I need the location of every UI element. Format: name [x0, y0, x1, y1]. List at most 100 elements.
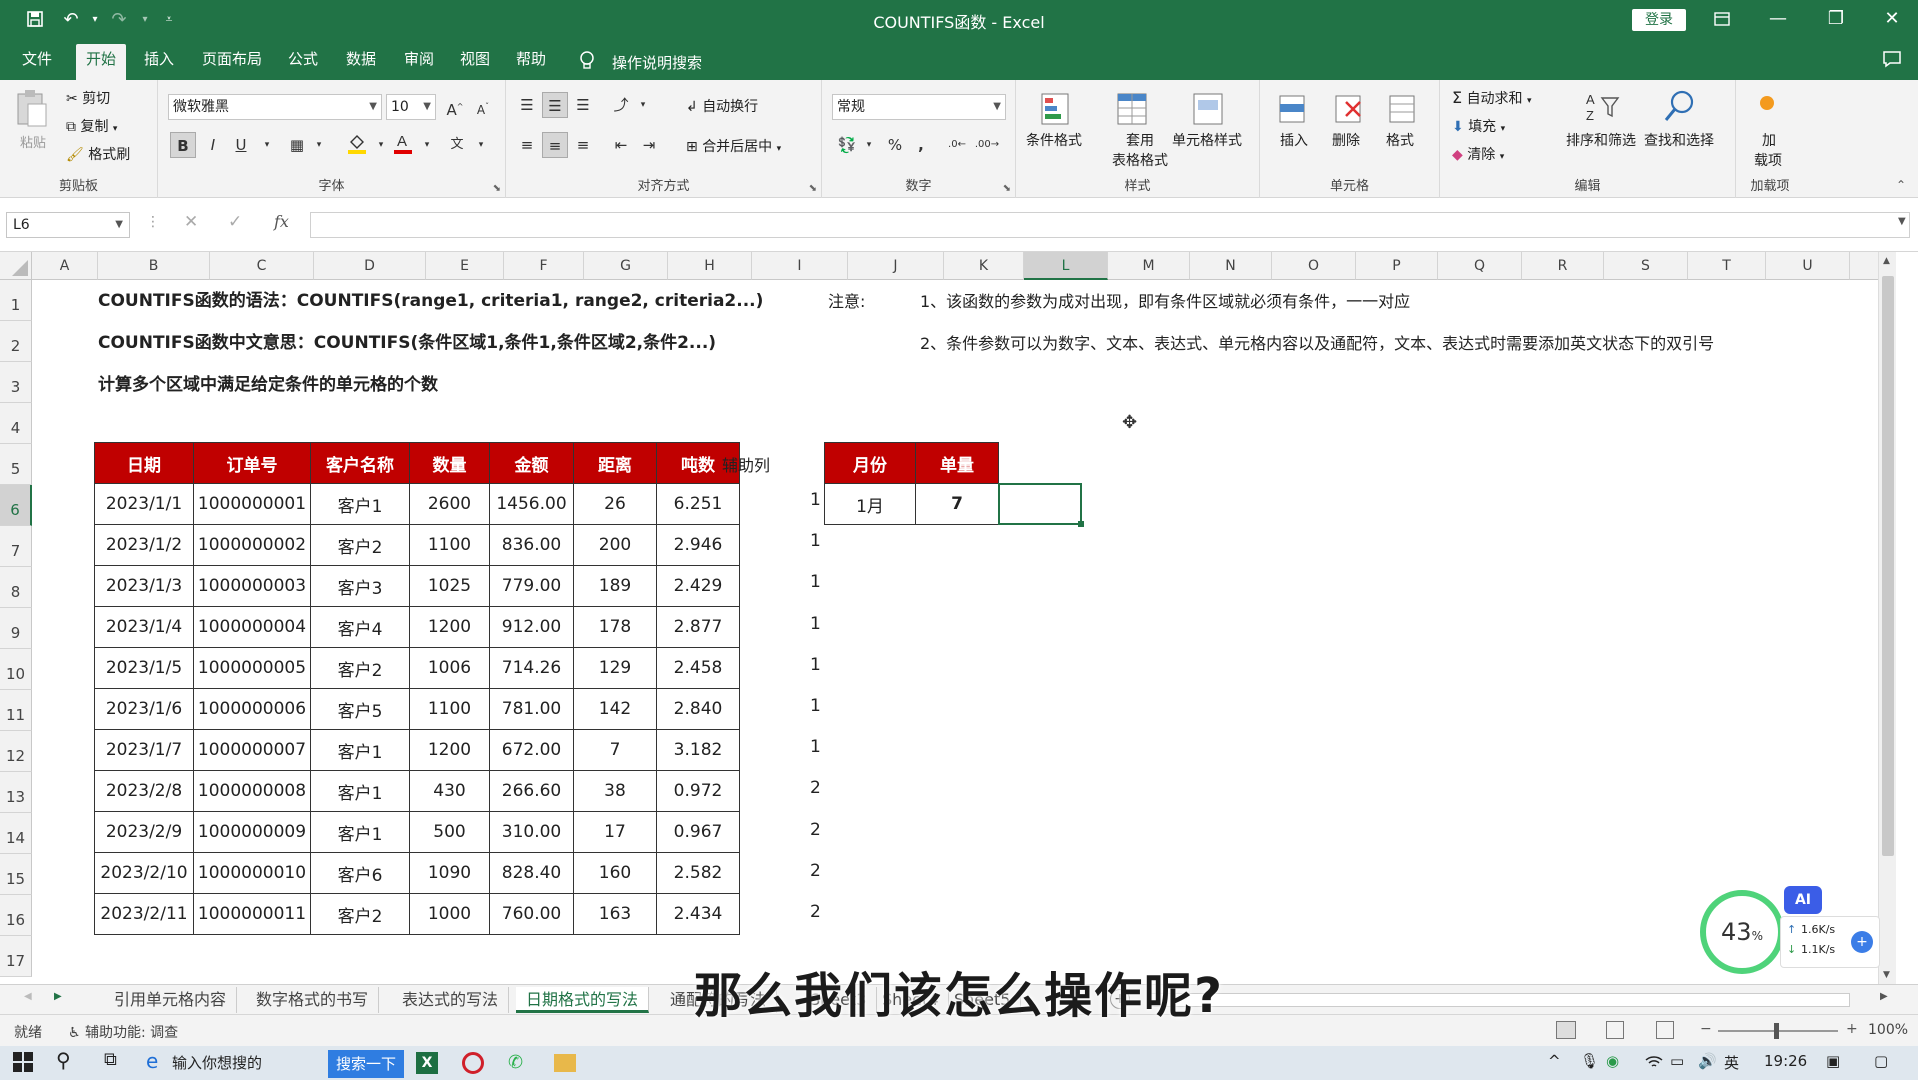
align-top-icon[interactable]: ☰: [514, 92, 540, 118]
table-cell[interactable]: 2.946: [656, 524, 740, 566]
expand-formula-icon[interactable]: ▼: [1898, 216, 1906, 227]
column-header-c[interactable]: C: [210, 252, 314, 280]
table-cell[interactable]: 1456.00: [489, 483, 574, 525]
table-cell[interactable]: 2.582: [656, 852, 740, 894]
align-left-icon[interactable]: ≡: [514, 132, 540, 158]
table-cell[interactable]: 客户2: [310, 647, 410, 689]
table-cell[interactable]: 2.840: [656, 688, 740, 730]
font-color-dropdown-icon[interactable]: ▾: [414, 132, 440, 158]
sheet-tab[interactable]: 通配符的写法: [660, 987, 778, 1013]
table-cell[interactable]: 1000000010: [193, 852, 311, 894]
row-header-15[interactable]: 15: [0, 854, 32, 895]
table-cell[interactable]: 1000000008: [193, 770, 311, 812]
scroll-down-icon[interactable]: ▼: [1883, 970, 1890, 980]
prev-sheet-icon[interactable]: ◀: [24, 991, 32, 1002]
table-cell[interactable]: 客户5: [310, 688, 410, 730]
table-cell[interactable]: 7: [573, 729, 657, 771]
tab-home[interactable]: 开始: [76, 44, 127, 80]
taskbar-search-input[interactable]: 输入你想搜的: [172, 1052, 262, 1073]
number-format-select[interactable]: 常规 ▼: [832, 94, 1006, 120]
cancel-icon[interactable]: ✕: [184, 212, 198, 232]
page-layout-view-icon[interactable]: [1606, 1021, 1624, 1039]
column-header-u[interactable]: U: [1766, 252, 1850, 280]
insert-cells-button[interactable]: 插入: [1280, 130, 1308, 150]
tab-view[interactable]: 视图: [450, 46, 500, 80]
format-as-table-icon[interactable]: [1112, 90, 1154, 130]
decrease-indent-icon[interactable]: ⇤: [608, 132, 634, 158]
column-header-n[interactable]: N: [1190, 252, 1272, 280]
tray-expand-icon[interactable]: ^: [1548, 1052, 1561, 1070]
windows-start-icon[interactable]: [12, 1051, 34, 1077]
helper-column-header[interactable]: 辅助列: [722, 452, 770, 476]
fill-color-icon[interactable]: [344, 132, 370, 158]
table-cell[interactable]: 客户1: [310, 483, 410, 525]
desktop-peek-icon[interactable]: ▣: [1826, 1052, 1840, 1070]
column-header-r[interactable]: R: [1522, 252, 1604, 280]
cell-styles-button[interactable]: 单元格样式: [1172, 130, 1242, 150]
column-header-g[interactable]: G: [584, 252, 668, 280]
table-header-cell[interactable]: 距离: [573, 442, 657, 484]
table-cell[interactable]: 3.182: [656, 729, 740, 771]
fill-handle[interactable]: [1078, 521, 1084, 527]
table-cell[interactable]: 2023/1/5: [94, 647, 194, 689]
increase-font-icon[interactable]: A^: [442, 94, 468, 120]
notifications-icon[interactable]: ▢: [1874, 1052, 1888, 1070]
table-cell[interactable]: 714.26: [489, 647, 574, 689]
helper-cell[interactable]: 2: [810, 861, 821, 881]
table-cell[interactable]: 1000: [409, 893, 490, 935]
table-cell[interactable]: 2023/1/1: [94, 483, 194, 525]
helper-cell[interactable]: 2: [810, 778, 821, 798]
ribbon-display-icon[interactable]: [1700, 4, 1744, 34]
table-cell[interactable]: 1000000006: [193, 688, 311, 730]
table-cell[interactable]: 1100: [409, 688, 490, 730]
worksheet-grid[interactable]: ABCDEFGHIJKLMNOPQRSTUV 12345678910111213…: [0, 252, 1896, 984]
excel-taskbar-icon[interactable]: X: [416, 1052, 438, 1074]
table-cell[interactable]: 266.60: [489, 770, 574, 812]
font-name-select[interactable]: 微软雅黑 ▼: [168, 94, 382, 120]
format-as-table-line2[interactable]: 表格格式: [1112, 150, 1168, 170]
summary-count-cell[interactable]: 7: [915, 483, 999, 525]
table-cell[interactable]: 129: [573, 647, 657, 689]
paste-icon[interactable]: [14, 88, 50, 130]
table-cell[interactable]: 1000000009: [193, 811, 311, 853]
find-select-button[interactable]: 查找和选择: [1644, 130, 1714, 150]
table-cell[interactable]: 2023/2/10: [94, 852, 194, 894]
tab-page-layout[interactable]: 页面布局: [192, 46, 272, 80]
summary-month-cell[interactable]: 1月: [824, 483, 916, 525]
format-cells-button[interactable]: 格式: [1386, 130, 1414, 150]
addins-line2[interactable]: 载项: [1754, 150, 1782, 170]
decrease-decimal-icon[interactable]: .00→: [974, 132, 1000, 158]
row-header-3[interactable]: 3: [0, 362, 32, 403]
table-cell[interactable]: 0.972: [656, 770, 740, 812]
table-cell[interactable]: 客户3: [310, 565, 410, 607]
table-cell[interactable]: 2600: [409, 483, 490, 525]
conditional-format-icon[interactable]: [1036, 90, 1078, 130]
table-cell[interactable]: 2.434: [656, 893, 740, 935]
column-header-q[interactable]: Q: [1438, 252, 1522, 280]
column-header-o[interactable]: O: [1272, 252, 1356, 280]
table-cell[interactable]: 1000000001: [193, 483, 311, 525]
decrease-font-icon[interactable]: Aˇ: [470, 94, 496, 120]
table-cell[interactable]: 0.967: [656, 811, 740, 853]
zoom-level[interactable]: 100%: [1868, 1022, 1908, 1038]
currency-dropdown-icon[interactable]: ▾: [856, 132, 882, 158]
browser-icon[interactable]: e: [146, 1049, 158, 1073]
orientation-dropdown-icon[interactable]: ▾: [630, 92, 656, 118]
column-header-l[interactable]: L: [1024, 252, 1108, 280]
table-cell[interactable]: 781.00: [489, 688, 574, 730]
table-cell[interactable]: 142: [573, 688, 657, 730]
align-right-icon[interactable]: ≡: [570, 132, 596, 158]
note-1[interactable]: 1、该函数的参数为成对出现，即有条件区域就必须有条件，一一对应: [920, 288, 1410, 312]
column-header-p[interactable]: P: [1356, 252, 1438, 280]
table-cell[interactable]: 779.00: [489, 565, 574, 607]
summary-header-count[interactable]: 单量: [915, 442, 999, 484]
font-color-icon[interactable]: A: [390, 132, 416, 158]
conditional-format-button[interactable]: 条件格式: [1026, 130, 1082, 150]
align-middle-icon[interactable]: ☰: [542, 92, 568, 118]
table-cell[interactable]: 6.251: [656, 483, 740, 525]
scroll-right-icon[interactable]: ▶: [1880, 991, 1888, 1002]
file-explorer-icon[interactable]: [554, 1054, 576, 1072]
delete-cells-icon[interactable]: [1330, 90, 1372, 130]
table-cell[interactable]: 17: [573, 811, 657, 853]
row-header-10[interactable]: 10: [0, 649, 32, 690]
